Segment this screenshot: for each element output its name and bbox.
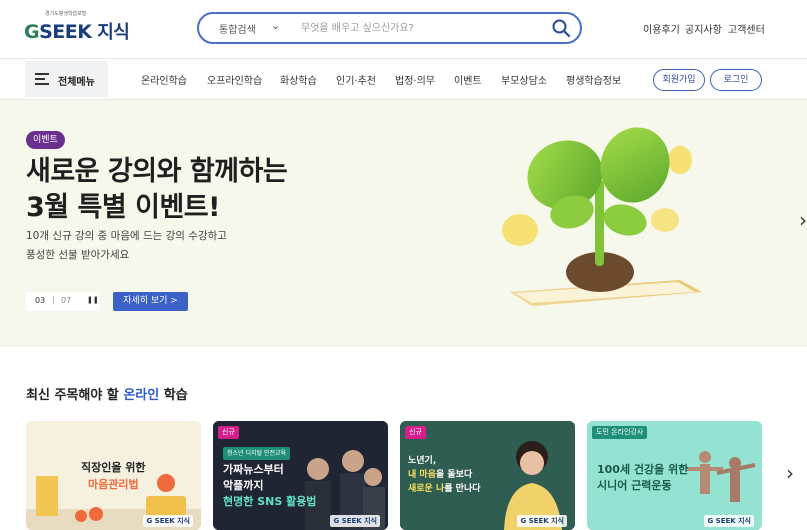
detail-button[interactable]: 자세히 보기 > bbox=[113, 292, 188, 311]
nav-item-legal[interactable]: 법정·의무 bbox=[395, 72, 435, 87]
hero-title-line1: 새로운 강의와 함께하는 bbox=[26, 156, 288, 187]
nav-item-popular[interactable]: 인기·추천 bbox=[336, 72, 376, 87]
signup-button[interactable]: 회원가입 bbox=[653, 69, 705, 91]
card-title-line3: 새로운 나를 만나다 bbox=[408, 484, 481, 494]
card-title-line1: 가짜뉴스부터 bbox=[223, 463, 284, 476]
chevron-right-icon[interactable]: › bbox=[786, 461, 794, 485]
course-card[interactable]: 도민 온라인강사 100세 건강을 위한 시니어 근력운동 G SEEK 지식 bbox=[587, 421, 762, 530]
pager-separator: | bbox=[52, 295, 55, 304]
event-badge: 이벤트 bbox=[26, 131, 65, 149]
hero-title-line2: 3월 특별 이벤트! bbox=[26, 192, 220, 223]
logo-seek: SEEK bbox=[39, 21, 92, 43]
site-header: 경기도평생학습포털 GSEEK 지식 통합검색 ⌄ 이용후기 공지사항 고객센터 bbox=[0, 0, 807, 58]
search-bar: 통합검색 ⌄ bbox=[197, 12, 582, 44]
chevron-right-icon[interactable]: › bbox=[799, 208, 807, 232]
card-tag: 신규 bbox=[405, 426, 426, 439]
logo-jisik: 지식 bbox=[91, 22, 130, 43]
all-menu-label: 전체메뉴 bbox=[58, 77, 95, 88]
all-menu-button[interactable]: 전체메뉴 bbox=[25, 61, 108, 97]
login-button[interactable]: 로그인 bbox=[710, 69, 762, 91]
nav-item-offline[interactable]: 오프라인학습 bbox=[207, 72, 262, 87]
hamburger-icon bbox=[35, 73, 49, 85]
nav-item-lifelong-info[interactable]: 평생학습정보 bbox=[566, 72, 621, 87]
hero-desc-line1: 10개 신규 강의 중 마음에 드는 강의 수강하고 bbox=[26, 230, 227, 242]
card-logo: G SEEK 지식 bbox=[330, 515, 380, 527]
course-card[interactable]: 신규 노년기, 내 마음을 돌보다 새로운 나를 만나다 G SEEK 지식 bbox=[400, 421, 575, 530]
search-icon[interactable] bbox=[550, 17, 572, 39]
card-title-line2: 마음관리법 bbox=[88, 478, 139, 491]
customer-center-link[interactable]: 고객센터 bbox=[728, 21, 765, 36]
hero-banner[interactable]: 이벤트 새로운 강의와 함께하는 3월 특별 이벤트! 10개 신규 강의 중 … bbox=[0, 100, 807, 347]
card-logo: G SEEK 지식 bbox=[704, 515, 754, 527]
card-logo: G SEEK 지식 bbox=[143, 515, 193, 527]
nav-item-parent-counsel[interactable]: 부모상담소 bbox=[501, 72, 547, 87]
card-logo: G SEEK 지식 bbox=[517, 515, 567, 527]
card-title-line2: 악플까지 bbox=[223, 479, 264, 492]
logo-subtitle: 경기도평생학습포털 bbox=[45, 11, 87, 17]
section-title-highlight: 온라인 bbox=[123, 388, 160, 403]
card-title-line1: 직장인을 위한 bbox=[81, 461, 146, 474]
logo-wordmark: GSEEK 지식 bbox=[24, 18, 130, 44]
card-title-line3: 현명한 SNS 활용법 bbox=[223, 495, 317, 508]
logo-g: G bbox=[24, 21, 40, 43]
card-subtag: 청소년 디지털 안전교육 bbox=[223, 447, 291, 460]
card-title-line1: 100세 건강을 위한 bbox=[597, 463, 689, 476]
pause-icon[interactable]: ❚❚ bbox=[87, 296, 99, 304]
pager-current: 03 bbox=[35, 296, 46, 305]
sprout-illustration bbox=[502, 127, 702, 306]
section-title: 최신 주목해야 할 온라인 학습 bbox=[26, 388, 188, 403]
hero-desc-line2: 풍성한 선물 받아가세요 bbox=[26, 249, 130, 261]
notices-link[interactable]: 공지사항 bbox=[685, 21, 722, 36]
search-scope-select[interactable]: 통합검색 bbox=[219, 21, 256, 36]
pager-total: 07 bbox=[61, 296, 72, 305]
card-tag: 도민 온라인강사 bbox=[592, 426, 648, 439]
course-card[interactable]: 신규 청소년 디지털 안전교육 가짜뉴스부터 악플까지 현명한 SNS 활용법 … bbox=[213, 421, 388, 530]
chevron-down-icon[interactable]: ⌄ bbox=[271, 19, 280, 32]
course-card[interactable]: 직장인을 위한 마음관리법 G SEEK 지식 bbox=[26, 421, 201, 530]
card-title-line2: 시니어 근력운동 bbox=[597, 479, 672, 492]
nav-item-online[interactable]: 온라인학습 bbox=[141, 72, 187, 87]
reviews-link[interactable]: 이용후기 bbox=[643, 21, 680, 36]
main-nav: 전체메뉴 온라인학습 오프라인학습 화상학습 인기·추천 법정·의무 이벤트 부… bbox=[0, 58, 807, 100]
search-input[interactable] bbox=[301, 19, 541, 37]
hero-title: 새로운 강의와 함께하는 3월 특별 이벤트! bbox=[26, 154, 288, 226]
nav-item-event[interactable]: 이벤트 bbox=[454, 72, 482, 87]
slide-pager: 03 | 07 ❚❚ bbox=[26, 292, 100, 311]
hero-description: 10개 신규 강의 중 마음에 드는 강의 수강하고 풍성한 선물 받아가세요 bbox=[26, 227, 227, 265]
card-tag: 신규 bbox=[218, 426, 239, 439]
nav-item-video[interactable]: 화상학습 bbox=[280, 72, 317, 87]
logo[interactable]: 경기도평생학습포털 GSEEK 지식 bbox=[24, 10, 134, 44]
